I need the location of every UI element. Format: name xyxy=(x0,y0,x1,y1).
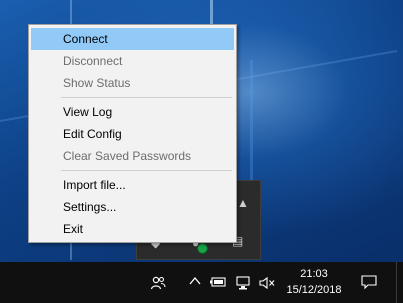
people-icon-glyph xyxy=(150,276,166,290)
shield-check-icon xyxy=(197,243,208,254)
taskbar: 21:03 15/12/2018 xyxy=(0,262,403,303)
chevron-up-glyph xyxy=(189,276,201,285)
show-desktop-button[interactable] xyxy=(396,262,397,303)
chevron-up-icon[interactable] xyxy=(188,274,202,291)
people-icon[interactable] xyxy=(150,275,166,294)
clock-date: 15/12/2018 xyxy=(286,284,342,296)
menu-item-exit[interactable]: Exit xyxy=(31,218,234,240)
clock-time: 21:03 xyxy=(300,268,328,280)
menu-item-show-status[interactable]: Show Status xyxy=(31,72,234,94)
volume-muted-glyph xyxy=(259,276,275,290)
menu-item-edit-config[interactable]: Edit Config xyxy=(31,123,234,145)
network-icon[interactable] xyxy=(235,275,251,294)
menu-item-view-log[interactable]: View Log xyxy=(31,101,234,123)
tray-app-icon[interactable]: ▲ xyxy=(237,196,249,210)
menu-item-clear-saved-passwords[interactable]: Clear Saved Passwords xyxy=(31,145,234,167)
battery-glyph xyxy=(210,277,226,287)
tray-context-menu: Connect Disconnect Show Status View Log … xyxy=(28,24,237,243)
notification-icon[interactable] xyxy=(360,274,378,293)
menu-separator xyxy=(61,97,232,98)
menu-item-disconnect[interactable]: Disconnect xyxy=(31,50,234,72)
menu-item-import-file[interactable]: Import file... xyxy=(31,174,234,196)
network-glyph xyxy=(236,276,250,290)
taskbar-clock[interactable]: 21:03 15/12/2018 xyxy=(280,266,348,298)
menu-separator xyxy=(61,170,232,171)
notification-glyph xyxy=(361,275,377,290)
menu-item-connect[interactable]: Connect xyxy=(31,28,234,50)
volume-muted-icon[interactable] xyxy=(258,275,276,294)
menu-item-settings[interactable]: Settings... xyxy=(31,196,234,218)
battery-icon[interactable] xyxy=(209,275,227,292)
